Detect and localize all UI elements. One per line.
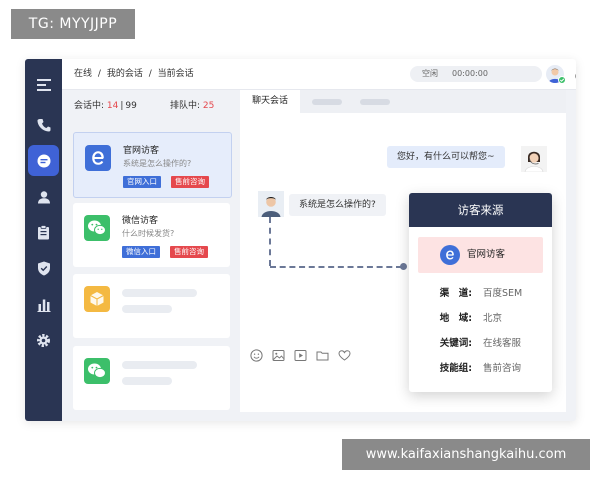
in-session-label: 会话中: (74, 101, 105, 111)
session-card[interactable] (73, 274, 230, 338)
info-key: 关键词: (439, 338, 472, 349)
power-icon[interactable] (574, 67, 576, 86)
status-label: 空闲 (422, 69, 438, 78)
watermark-bottom-right: www.kaifaxianshangkaihu.com (342, 439, 590, 470)
visitor-source-title: 访客来源 (409, 193, 552, 227)
in-session-total: 99 (125, 101, 137, 111)
ie-icon (85, 145, 111, 171)
box-icon (84, 286, 110, 312)
queue-count: 排队中: 25 (170, 98, 214, 111)
info-value: 北京 (483, 313, 503, 324)
breadcrumb-sep: / (148, 69, 152, 79)
breadcrumb: 在线 / 我的会话 / 当前会话 (74, 59, 194, 89)
status-badge: 官网入口 (123, 176, 161, 188)
session-last-message: 系统是怎么操作的? (123, 159, 192, 168)
user-icon[interactable] (28, 181, 59, 212)
info-value: 百度SEM (483, 288, 523, 299)
sidebar (25, 59, 62, 421)
session-title: 官网访客 (123, 146, 160, 156)
clipboard-icon[interactable] (28, 217, 59, 248)
breadcrumb-item[interactable]: 我的会话 (107, 59, 143, 89)
in-session-count: 会话中: 14 | 99 (74, 98, 137, 111)
session-timer: 00:00:00 (452, 69, 488, 78)
in-session-value: 14 (106, 101, 119, 111)
placeholder-line (122, 305, 172, 313)
info-key: 技能组: (439, 363, 472, 374)
tab-chat-session[interactable]: 聊天会话 (240, 90, 300, 113)
top-bar: 在线 / 我的会话 / 当前会话 空闲 00:00:00 (62, 59, 576, 90)
info-value: 在线客服 (483, 338, 522, 349)
queue-label: 排队中: (170, 101, 201, 111)
connector-line (270, 266, 402, 268)
emoji-icon[interactable] (250, 347, 263, 363)
session-last-message: 什么时候发货? (122, 229, 175, 238)
status-badge: 微信入口 (122, 246, 160, 258)
in-session-sep: | (120, 101, 124, 111)
visitor-avatar (258, 191, 284, 217)
menu-icon[interactable] (28, 69, 59, 100)
placeholder-line (122, 289, 197, 297)
breadcrumb-item: 当前会话 (157, 69, 194, 79)
phone-icon[interactable] (28, 109, 59, 140)
info-key: 地 域: (439, 313, 472, 324)
status-badge: 售前咨询 (170, 246, 208, 258)
tab-placeholder[interactable] (360, 99, 390, 105)
connector-dot (400, 263, 407, 270)
wechat-icon (84, 358, 110, 384)
connector-line (269, 217, 271, 266)
breadcrumb-sep: / (97, 69, 101, 79)
watermark-top-left: TG: MYYJJPP (11, 9, 135, 39)
visitor-source-badge: 官网访客 (418, 237, 543, 273)
breadcrumb-item[interactable]: 在线 (74, 59, 92, 89)
video-icon[interactable] (294, 347, 307, 363)
chat-toolbar (250, 347, 351, 363)
online-status-icon (558, 76, 566, 84)
agent-message: 您好，有什么可以帮您~ (387, 146, 505, 168)
chat-tabs: 聊天会话 (240, 90, 566, 113)
placeholder-line (122, 377, 172, 385)
info-key: 渠 道: (439, 288, 472, 299)
visitor-message: 系统是怎么操作的? (289, 194, 386, 216)
bar-chart-icon[interactable] (28, 289, 59, 320)
placeholder-line (122, 361, 197, 369)
status-pill[interactable]: 空闲 00:00:00 (410, 66, 542, 82)
shield-icon[interactable] (28, 253, 59, 284)
session-title: 微信访客 (122, 216, 159, 226)
visitor-source-card: 访客来源 官网访客 渠 道: 百度SEM 地 域: 北京 关键词: 在线客服 技… (409, 193, 552, 392)
session-card[interactable] (73, 346, 230, 410)
folder-icon[interactable] (316, 347, 329, 363)
agent-avatar (521, 146, 547, 172)
visitor-source-name: 官网访客 (467, 249, 506, 260)
session-card[interactable]: 微信访客 什么时候发货? 微信入口 售前咨询 (73, 203, 230, 267)
image-icon[interactable] (272, 347, 285, 363)
ie-icon (440, 245, 460, 265)
queue-value: 25 (202, 101, 215, 111)
status-badge: 售前咨询 (171, 176, 209, 188)
session-card[interactable]: 官网访客 系统是怎么操作的? 官网入口 售前咨询 (73, 132, 232, 198)
info-value: 售前咨询 (483, 363, 522, 374)
chat-icon[interactable] (28, 145, 59, 176)
heart-icon[interactable] (338, 347, 351, 363)
wechat-icon (84, 215, 110, 241)
tab-placeholder[interactable] (312, 99, 342, 105)
gear-icon[interactable] (28, 325, 59, 356)
session-list: 会话中: 14 | 99 排队中: 25 官网访客 系统是怎么操作的? 官网入口 售… (62, 90, 236, 421)
